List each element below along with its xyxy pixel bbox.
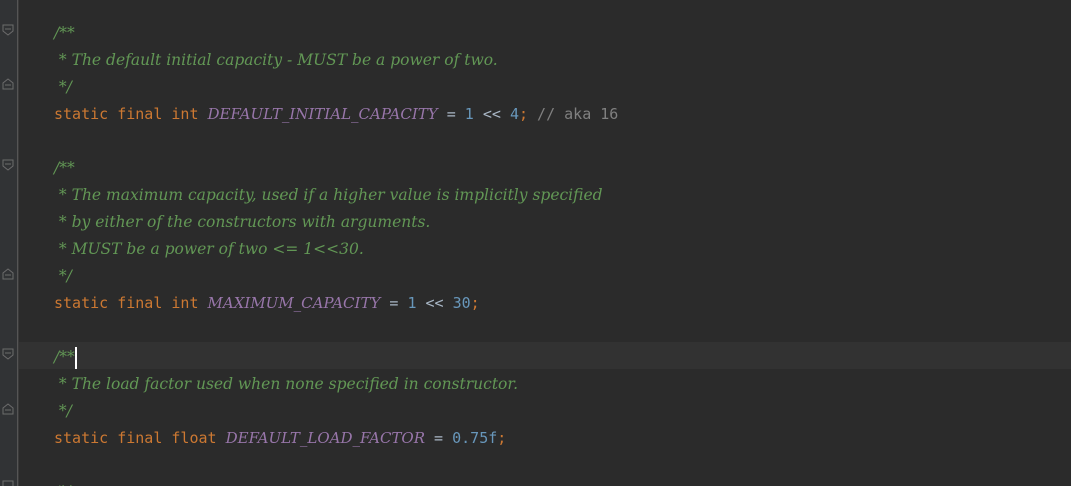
fold-collapse-icon[interactable] bbox=[2, 480, 14, 486]
text-caret bbox=[74, 347, 77, 369]
keyword-token: static final float bbox=[54, 429, 226, 447]
code-line[interactable]: * The load factor used when none specifi… bbox=[54, 371, 518, 398]
line-comment: // aka 16 bbox=[528, 105, 619, 123]
operator-token: << bbox=[416, 294, 453, 312]
number-token: 0.75f bbox=[452, 429, 498, 447]
constant-token: MAXIMUM_CAPACITY bbox=[207, 294, 381, 312]
code-line[interactable]: */ bbox=[54, 74, 72, 101]
code-line[interactable]: * MUST be a power of two <= 1<<30. bbox=[54, 236, 364, 263]
code-line[interactable]: /** bbox=[54, 155, 75, 182]
number-token: 4 bbox=[509, 105, 519, 123]
code-line[interactable]: /** bbox=[54, 479, 75, 486]
code-editor[interactable]: /** * The default initial capacity - MUS… bbox=[0, 0, 1071, 486]
operator-token: = bbox=[425, 429, 453, 447]
keyword-token: static final int bbox=[54, 294, 208, 312]
operator-token: = bbox=[380, 294, 408, 312]
code-area[interactable]: /** * The default initial capacity - MUS… bbox=[0, 20, 1071, 486]
constant-token: DEFAULT_INITIAL_CAPACITY bbox=[207, 105, 438, 123]
code-line[interactable]: * The default initial capacity - MUST be… bbox=[54, 47, 498, 74]
operator-token: << bbox=[473, 105, 510, 123]
code-line[interactable]: static final int MAXIMUM_CAPACITY = 1 <<… bbox=[54, 290, 480, 317]
operator-token: = bbox=[437, 105, 465, 123]
code-line[interactable]: */ bbox=[54, 263, 72, 290]
constant-token: DEFAULT_LOAD_FACTOR bbox=[225, 429, 426, 447]
code-line[interactable]: static final int DEFAULT_INITIAL_CAPACIT… bbox=[54, 101, 618, 128]
number-token: 1 bbox=[464, 105, 474, 123]
number-token: 30 bbox=[452, 294, 471, 312]
fold-end-icon[interactable] bbox=[2, 403, 14, 415]
code-line[interactable]: /** bbox=[54, 20, 75, 47]
semicolon-token: ; bbox=[470, 294, 480, 312]
semicolon-token: ; bbox=[518, 105, 529, 123]
code-line[interactable]: * by either of the constructors with arg… bbox=[54, 209, 430, 236]
doc-comment-start: /** bbox=[54, 348, 75, 366]
code-line[interactable]: * The maximum capacity, used if a higher… bbox=[54, 182, 603, 209]
code-line[interactable]: */ bbox=[54, 398, 72, 425]
keyword-token: static final int bbox=[54, 105, 208, 123]
code-line[interactable]: static final float DEFAULT_LOAD_FACTOR =… bbox=[54, 425, 506, 452]
semicolon-token: ; bbox=[497, 429, 507, 447]
code-line[interactable]: /** bbox=[54, 344, 77, 371]
